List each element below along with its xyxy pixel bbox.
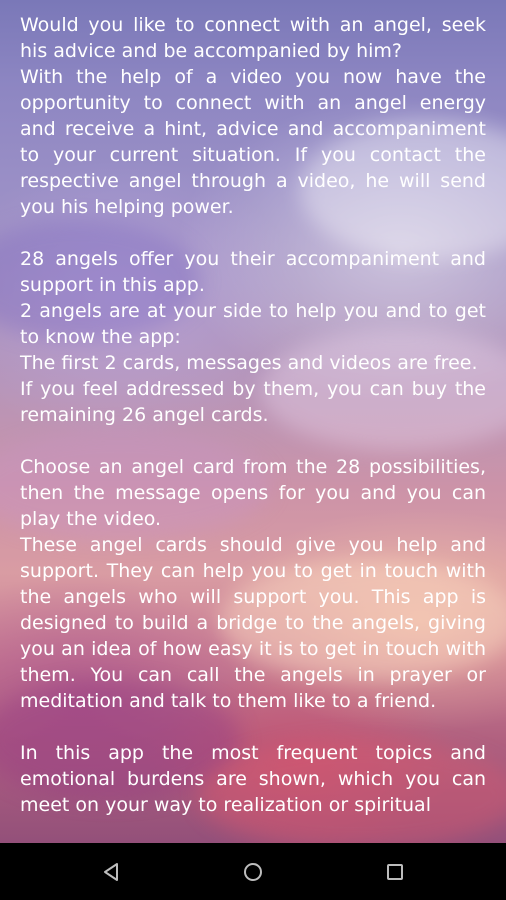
home-icon xyxy=(244,862,262,881)
paragraph: Choose an angel card from the 28 possibi… xyxy=(20,456,486,530)
back-icon xyxy=(104,862,118,881)
back-button[interactable] xyxy=(71,843,151,900)
paragraph: If you feel addressed by them, you can b… xyxy=(20,378,486,426)
paragraph: In this app the most frequent topics and… xyxy=(20,742,486,816)
recents-button[interactable] xyxy=(355,843,435,900)
paragraph: Would you like to connect with an angel,… xyxy=(20,14,486,62)
paragraph: With the help of a video you now have th… xyxy=(20,66,486,218)
paragraph: These angel cards should give you help a… xyxy=(20,534,486,712)
paragraph: 28 angels offer you their accompaniment … xyxy=(20,248,486,296)
description-text: Would you like to connect with an angel,… xyxy=(20,12,486,818)
system-navigation-bar xyxy=(0,843,506,900)
home-button[interactable] xyxy=(213,843,293,900)
paragraph: 2 angels are at your side to help you an… xyxy=(20,300,486,348)
paragraph: The first 2 cards, messages and videos a… xyxy=(20,352,478,374)
recents-icon xyxy=(387,863,403,880)
app-screen: Would you like to connect with an angel,… xyxy=(0,0,506,900)
